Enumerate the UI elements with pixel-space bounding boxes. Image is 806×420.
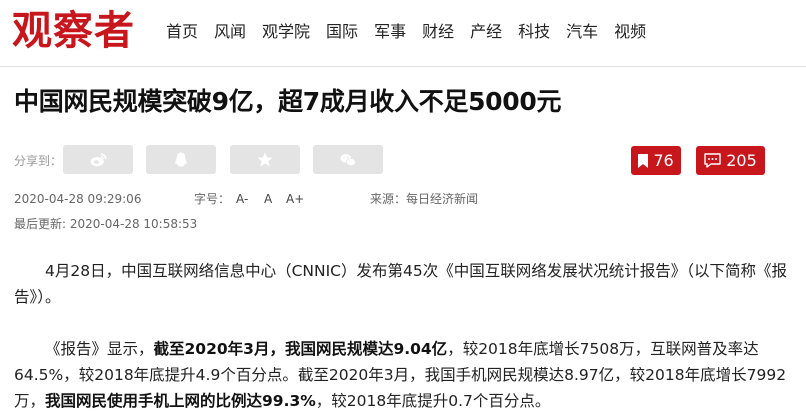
last-updated: 最后更新: 2020-04-28 10:58:53 bbox=[14, 217, 198, 231]
font-size-label: 字号： bbox=[194, 192, 231, 206]
article-paragraph: 《报告》显示，截至2020年3月，我国网民规模达9.04亿，较2018年底增长7… bbox=[14, 336, 792, 414]
qq-icon bbox=[175, 152, 187, 167]
header-divider bbox=[0, 66, 806, 67]
bookmark-count: 76 bbox=[653, 151, 674, 170]
font-size-decrease-button[interactable]: A- bbox=[236, 191, 248, 207]
comment-icon bbox=[704, 153, 721, 168]
comment-count: 205 bbox=[726, 151, 757, 170]
favorite-button[interactable] bbox=[230, 145, 300, 174]
article-title: 中国网民规模突破9亿，超7成月收入不足5000元 bbox=[14, 87, 562, 116]
nav-item-military[interactable]: 军事 bbox=[374, 20, 406, 44]
wechat-icon bbox=[340, 153, 356, 166]
font-size-increase-button[interactable]: A+ bbox=[286, 191, 304, 207]
nav-item-industry[interactable]: 产经 bbox=[470, 20, 502, 44]
share-qq-button[interactable] bbox=[146, 145, 216, 174]
share-label: 分享到： bbox=[14, 154, 63, 168]
paragraph-text: 《报告》显示， bbox=[45, 340, 154, 358]
highlight-text: 我国网民使用手机上网的比例达99.3% bbox=[45, 392, 316, 410]
nav-item-tech[interactable]: 科技 bbox=[518, 20, 550, 44]
nav-item-fengwen[interactable]: 风闻 bbox=[214, 20, 246, 44]
nav-item-academy[interactable]: 观学院 bbox=[262, 20, 310, 44]
site-header: 观察者 首页 风闻 观学院 国际 军事 财经 产经 科技 汽车 视频 bbox=[0, 0, 806, 68]
nav-item-video[interactable]: 视频 bbox=[614, 20, 646, 44]
main-nav: 首页 风闻 观学院 国际 军事 财经 产经 科技 汽车 视频 bbox=[166, 20, 662, 44]
highlight-text: 截至2020年3月，我国网民规模达9.04亿 bbox=[153, 340, 448, 358]
bookmark-count-button[interactable]: 76 bbox=[631, 146, 681, 175]
article-paragraph: 4月28日，中国互联网络信息中心（CNNIC）发布第45次《中国互联网络发展状况… bbox=[14, 262, 787, 306]
site-logo[interactable]: 观察者 bbox=[12, 6, 135, 56]
article-source: 来源：每日经济新闻 bbox=[370, 192, 479, 206]
share-wechat-button[interactable] bbox=[313, 145, 383, 174]
comment-count-button[interactable]: 205 bbox=[696, 146, 765, 175]
bookmark-icon bbox=[638, 153, 649, 168]
share-weibo-button[interactable] bbox=[63, 145, 133, 174]
font-size-normal-button[interactable]: A bbox=[264, 191, 272, 207]
weibo-icon bbox=[90, 152, 107, 166]
star-icon bbox=[257, 152, 273, 166]
paragraph-text: ，较2018年底提升0.7个百分点。 bbox=[315, 392, 551, 410]
nav-item-auto[interactable]: 汽车 bbox=[566, 20, 598, 44]
nav-item-international[interactable]: 国际 bbox=[326, 20, 358, 44]
nav-item-home[interactable]: 首页 bbox=[166, 20, 198, 44]
nav-item-finance[interactable]: 财经 bbox=[422, 20, 454, 44]
publish-time: 2020-04-28 09:29:06 bbox=[14, 192, 142, 206]
